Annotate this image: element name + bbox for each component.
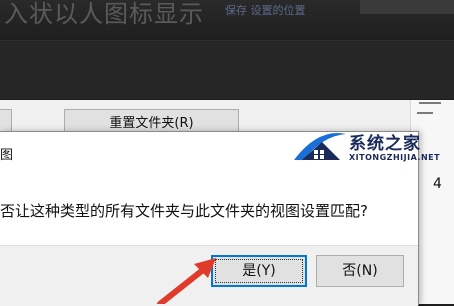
strip-digit: 4 [433, 176, 442, 192]
background-band [0, 40, 454, 99]
strip-line [419, 102, 441, 104]
no-button[interactable]: 否(N) [316, 255, 404, 287]
background-faded-title: 入状以人图标显示 [4, 0, 204, 28]
watermark-url: XITONGZHIJIA.NET [349, 153, 441, 162]
background-faded-box [360, 0, 454, 14]
annotation-arrow-icon [157, 258, 216, 304]
background-dark-area: 入状以人图标显示 保存 设置的位置 [0, 0, 454, 100]
dialog-message: 否让这种类型的所有文件夹与此文件夹的视图设置匹配? [0, 202, 368, 220]
dialog-title: 图 [0, 148, 14, 163]
watermark-logo: 系统之家 XITONGZHIJIA.NET [292, 126, 442, 166]
strip-line [417, 112, 433, 114]
watermark-name: 系统之家 [349, 134, 421, 154]
background-faded-link: 保存 设置的位置 [225, 4, 306, 17]
logo-icon [294, 133, 346, 160]
